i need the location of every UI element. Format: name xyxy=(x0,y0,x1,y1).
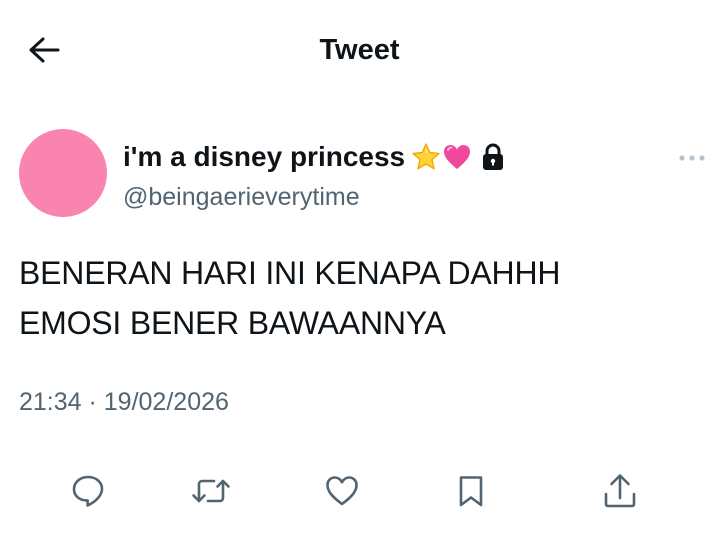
share-icon xyxy=(602,472,638,510)
pink-heart-emoji xyxy=(442,142,472,172)
share-button[interactable] xyxy=(595,466,645,516)
page-title: Tweet xyxy=(319,34,400,66)
avatar[interactable] xyxy=(19,129,107,217)
lock-icon xyxy=(481,143,505,171)
header: Tweet xyxy=(0,0,719,100)
more-icon xyxy=(678,154,706,162)
retweet-icon xyxy=(191,473,231,509)
author-handle[interactable]: @beingaerieverytime xyxy=(123,181,360,213)
reply-button[interactable] xyxy=(63,466,113,516)
tweet-text: BENERAN HARI INI KENAPA DAHHH EMOSI BENE… xyxy=(19,248,699,348)
more-options-button[interactable] xyxy=(672,145,712,171)
author-name-row[interactable]: i'm a disney princess xyxy=(123,137,505,177)
bookmark-button[interactable] xyxy=(446,466,496,516)
retweet-button[interactable] xyxy=(186,466,236,516)
action-bar xyxy=(0,462,719,518)
bookmark-icon xyxy=(453,473,489,509)
display-name[interactable]: i'm a disney princess xyxy=(123,137,405,177)
reply-icon xyxy=(70,473,106,509)
tweet-text-line: BENERAN HARI INI KENAPA DAHHH xyxy=(19,255,561,291)
tweet-timestamp[interactable]: 21:34 · 19/02/2026 xyxy=(19,386,229,418)
like-icon xyxy=(324,473,360,509)
like-button[interactable] xyxy=(317,466,367,516)
tweet-text-line: EMOSI BENER BAWAANNYA xyxy=(19,305,446,341)
star-emoji xyxy=(411,142,441,172)
